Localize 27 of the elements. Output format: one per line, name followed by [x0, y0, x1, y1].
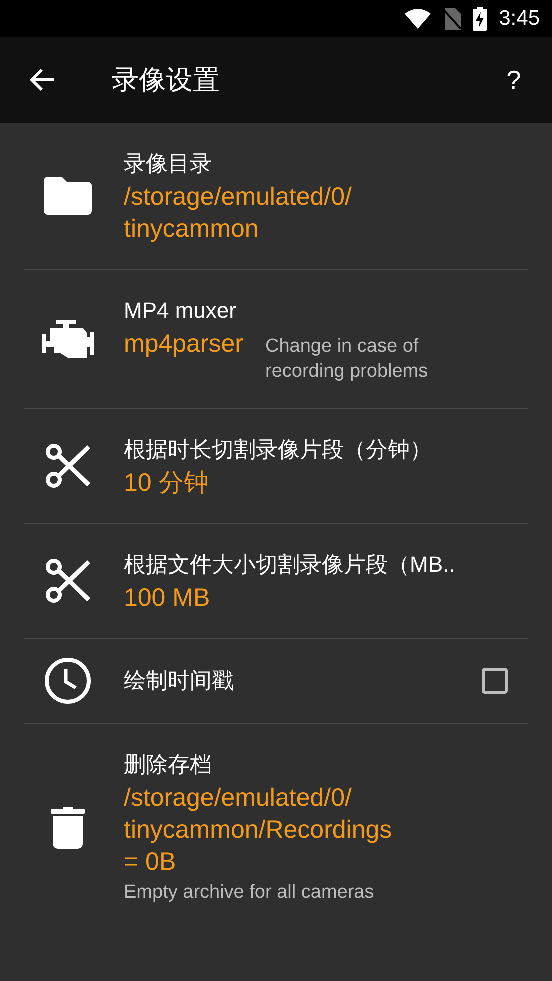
status-time: 3:45 [499, 6, 540, 32]
clock-icon [44, 657, 92, 705]
setting-title: 绘制时间戳 [124, 667, 234, 695]
scissors-icon [45, 443, 91, 489]
setting-title: 根据时长切割录像片段（分钟） [124, 436, 433, 464]
setting-title: 删除存档 [124, 751, 213, 779]
wifi-icon [405, 8, 432, 28]
folder-icon [44, 177, 92, 215]
setting-value: /storage/emulated/0/ tinycammon/Recordings = 0B [124, 783, 392, 878]
trash-icon [51, 807, 85, 849]
setting-title: 根据文件大小切割录像片段（MB.. [124, 551, 456, 579]
help-button[interactable]: ? [476, 37, 552, 123]
setting-value: 100 MB [124, 583, 210, 614]
scissors-icon [45, 558, 91, 604]
engine-icon [42, 320, 94, 358]
setting-title: 录像目录 [124, 150, 213, 178]
screen-title: 录像设置 [112, 64, 221, 97]
back-arrow-icon [29, 68, 55, 92]
checkbox[interactable] [482, 668, 508, 694]
setting-value: mp4parser [124, 329, 244, 360]
setting-title: MP4 muxer [124, 297, 238, 325]
setting-value: 10 分钟 [124, 468, 209, 499]
battery-charging-icon [473, 6, 488, 30]
setting-summary: Empty archive for all cameras [124, 881, 376, 905]
setting-value: /storage/emulated/0/ tinycammon [124, 182, 352, 245]
setting-hint: Change in case of recording problems [266, 335, 428, 384]
no-sim-icon [443, 8, 462, 30]
